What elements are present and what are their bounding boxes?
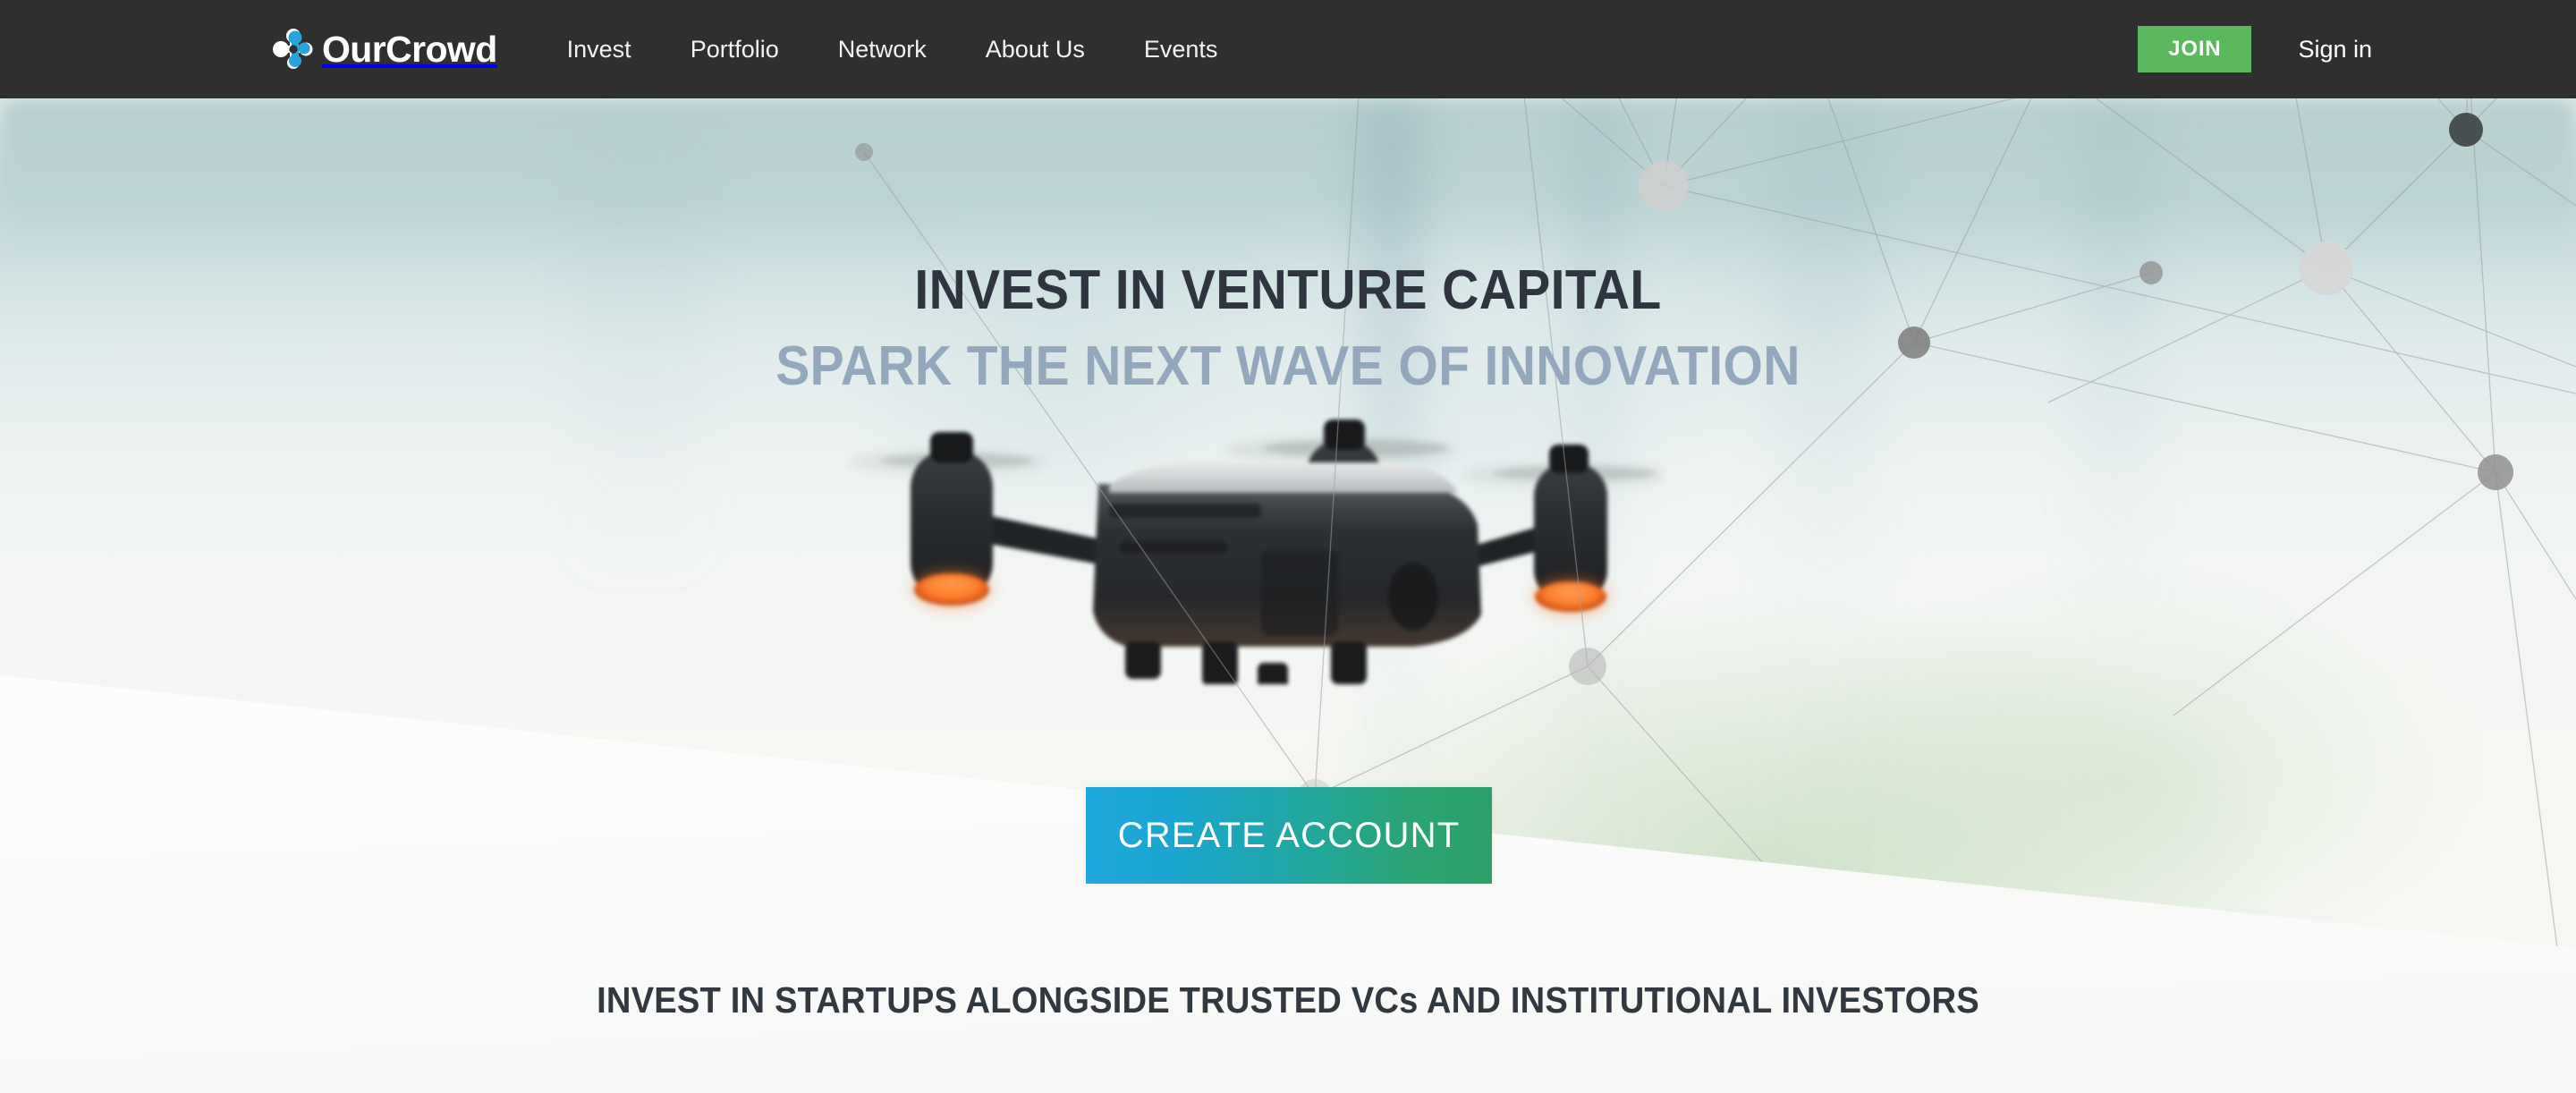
brand-name: OurCrowd — [322, 28, 497, 70]
top-navigation-bar: OurCrowd Invest Portfolio Network About … — [0, 0, 2576, 98]
drone-image — [841, 407, 1668, 690]
nav-item-portfolio[interactable]: Portfolio — [691, 36, 779, 64]
primary-nav-links: Invest Portfolio Network About Us Events — [567, 36, 1218, 64]
create-account-button[interactable]: CREATE ACCOUNT — [1086, 787, 1492, 884]
page-root: OurCrowd Invest Portfolio Network About … — [0, 0, 2576, 1093]
brand-logo-link[interactable]: OurCrowd — [270, 26, 497, 72]
nav-item-invest[interactable]: Invest — [567, 36, 631, 64]
photo-top-band — [0, 98, 2576, 268]
section-subheading: INVEST IN STARTUPS ALONGSIDE TRUSTED VCs… — [597, 979, 1979, 1021]
nav-item-events[interactable]: Events — [1144, 36, 1218, 64]
join-button[interactable]: JOIN — [2138, 26, 2252, 72]
nav-account-actions: JOIN Sign in — [2138, 26, 2372, 72]
sign-in-link[interactable]: Sign in — [2298, 36, 2372, 64]
nav-item-network[interactable]: Network — [838, 36, 927, 64]
nav-item-about-us[interactable]: About Us — [986, 36, 1085, 64]
network-nodes-logo-icon — [270, 26, 317, 72]
